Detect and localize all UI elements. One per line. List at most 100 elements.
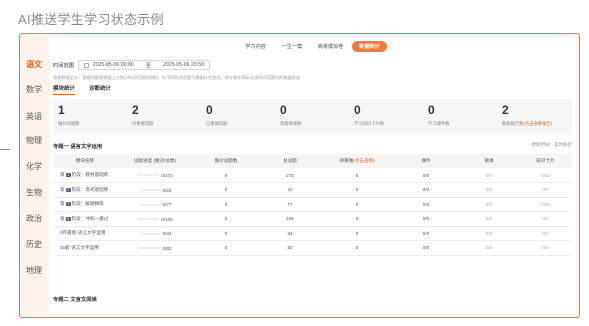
knowledge-cards-cell: 0/0 xyxy=(519,226,572,241)
stat-reports: 2 数据报告数(点击查看报告) xyxy=(502,103,552,127)
tab-learning-content[interactable]: 学习内容 xyxy=(238,41,273,52)
table-row[interactable]: 第 4 阶段：冲刺一遍过 0/105 0 105 0 0/0 0/0 0/0 xyxy=(53,211,572,227)
col-progress: 试题进度 (做对/总数) xyxy=(117,154,193,168)
progress-text: 0/77 xyxy=(162,202,172,207)
table-row[interactable]: 第 2 阶段：高考基础练 0/23 0 23 0 0/0 0/0 0/0 xyxy=(53,182,572,198)
date-range-picker[interactable]: 2025-05-06 00:00 至 2025-05-06 23:59 xyxy=(77,60,210,70)
redo-cell[interactable]: 0 xyxy=(321,226,393,241)
update-time: 更新时间：实时统计 xyxy=(531,142,573,147)
progress-text: 0/105 xyxy=(161,216,173,222)
name-suffix: 阶段：教材基础练 xyxy=(71,172,109,177)
section-title-2: 专题二 文言文阅读 xyxy=(53,297,97,303)
progress-bar xyxy=(138,203,161,206)
module-name[interactable]: 第 4 阶段：冲刺一遍过 xyxy=(53,211,117,227)
stat-knowledge-cards: 0 学习知识卡片数 xyxy=(354,103,384,127)
redo-cell[interactable]: 0 xyxy=(321,197,393,212)
col-redo-link[interactable]: (点击查看) xyxy=(353,158,374,163)
correct-cell: 0 xyxy=(193,182,259,198)
name-suffix: 阶段：解题精练 xyxy=(71,201,104,207)
correct-cell: 0 xyxy=(193,211,259,227)
correct-cell: 0 xyxy=(193,240,259,256)
app-frame: 语文 数学 英语 物理 化学 生物 政治 历史 地理 学习内容 一生一案 高考模… xyxy=(19,33,580,318)
stat-value: 0 xyxy=(206,103,213,117)
col-knowledge-cards: 知识卡片 xyxy=(519,154,572,168)
progress-cell: 0/82 xyxy=(117,240,193,256)
sub-tabs: 模块统计 诊断统计 xyxy=(53,84,111,95)
microclass-cell: 0/0 xyxy=(459,182,519,198)
stat-label: 做对试题数 xyxy=(58,121,80,126)
name-text: 45套·语言文字运用 xyxy=(60,244,99,250)
module-table: 模块名称 试题进度 (做对/总数) 做对试题数 总试题 待重做(点击查看) 课件… xyxy=(53,154,572,256)
end-date: 2025-05-06 23:59 xyxy=(162,62,204,68)
stage-number-badge: 3 xyxy=(65,202,71,207)
redo-cell[interactable]: 0 xyxy=(321,168,393,183)
module-name[interactable]: 3月最新·语言文字运用 xyxy=(53,226,117,241)
stat-label: 数据报告数(点击查看报告) xyxy=(502,121,552,127)
microclass-cell: 0/0 xyxy=(459,211,519,227)
tab-module-stats[interactable]: 模块统计 xyxy=(53,84,76,95)
module-name[interactable]: 第 1 阶段：教材基础练 xyxy=(53,168,117,183)
progress-text: 0/82 xyxy=(162,245,172,251)
stat-correct-questions: 1 做对试题数 xyxy=(58,103,79,127)
progress-cell: 0/105 xyxy=(117,211,193,227)
sidebar-item-math[interactable]: 数学 xyxy=(20,84,48,95)
module-name[interactable]: 第 2 阶段：高考基础练 xyxy=(53,182,117,198)
top-tabs: 学习内容 一生一案 高考模拟卷 数据统计 xyxy=(49,41,576,53)
sidebar-item-geography[interactable]: 地理 xyxy=(20,265,48,276)
time-range-filter: 时间范围 2025-05-06 00:00 至 2025-05-06 23:59 xyxy=(53,60,210,70)
module-name[interactable]: 45套·语言文字运用 xyxy=(53,240,117,256)
knowledge-cards-cell: 0/26 xyxy=(519,197,572,212)
sidebar-item-history[interactable]: 历史 xyxy=(20,239,48,250)
col-correct: 做对试题数 xyxy=(193,154,259,168)
sidebar-item-physics[interactable]: 物理 xyxy=(20,135,48,146)
progress-bar xyxy=(137,218,160,220)
stat-value: 0 xyxy=(428,103,435,117)
sidebar-item-english[interactable]: 英语 xyxy=(20,111,48,122)
name-suffix: 阶段：高考基础练 xyxy=(71,186,109,192)
tab-individual-plan[interactable]: 一生一案 xyxy=(274,41,309,52)
sidebar-item-biology[interactable]: 生物 xyxy=(20,187,48,198)
stat-value: 2 xyxy=(132,103,139,117)
table-row[interactable]: 第 3 阶段：解题精练 0/77 0 77 0 0/0 0/0 0/26 xyxy=(53,197,572,212)
content-panel: 学习内容 一生一案 高考模拟卷 数据统计 时间范围 2025-05-06 00:… xyxy=(49,37,576,314)
redo-cell[interactable]: 0 xyxy=(321,211,393,227)
courseware-cell: 0/0 xyxy=(393,226,459,241)
correct-cell: 0 xyxy=(193,226,259,241)
view-report-link[interactable]: (点击查看报告) xyxy=(523,121,552,126)
col-courseware: 课件 xyxy=(393,154,459,168)
page-title: AI推送学生学习状态示例 xyxy=(18,12,164,27)
stat-value: 1 xyxy=(58,103,65,117)
table-row[interactable]: 45套·语言文字运用 0/82 0 82 0 0/0 0/0 0/0 xyxy=(53,240,572,256)
table-description: 表格数据定义：表格的数据根据上方统计时间范围的控制，在不同时间范围下数据存在差异… xyxy=(53,75,301,80)
table-row[interactable]: 第 1 阶段：教材基础练 0/272 0 272 0 0/0 0/0 0/43 xyxy=(53,168,572,183)
microclass-cell: 0/0 xyxy=(459,240,519,256)
redo-cell[interactable]: 0 xyxy=(321,182,393,198)
courseware-cell: 0/0 xyxy=(393,240,459,256)
progress-bar xyxy=(138,189,161,191)
redo-cell[interactable]: 0 xyxy=(321,240,393,256)
divider-mark xyxy=(0,149,10,150)
sidebar-item-chemistry[interactable]: 化学 xyxy=(20,161,48,172)
stat-label: 学习课件数 xyxy=(428,121,450,126)
knowledge-cards-cell: 0/0 xyxy=(519,211,572,227)
table-row[interactable]: 3月最新·语言文字运用 0/34 0 34 0 0/0 0/0 0/0 xyxy=(53,226,572,241)
stat-label: 已重做错题 xyxy=(206,121,228,126)
correct-cell: 0 xyxy=(193,197,259,212)
progress-bar xyxy=(138,232,161,235)
microclass-cell: 0/0 xyxy=(459,168,519,183)
total-cell: 272 xyxy=(259,168,321,183)
stat-label: 学习知识卡片数 xyxy=(354,121,385,126)
sidebar-item-politics[interactable]: 政治 xyxy=(20,213,48,224)
tab-data-statistics[interactable]: 数据统计 xyxy=(352,41,387,52)
knowledge-cards-cell: 0/0 xyxy=(519,240,572,256)
name-prefix: 第 xyxy=(60,201,65,207)
courseware-cell: 0/0 xyxy=(393,168,459,183)
tab-diagnosis-stats[interactable]: 诊断统计 xyxy=(89,84,111,95)
sidebar-item-chinese[interactable]: 语文 xyxy=(20,59,48,70)
progress-bar xyxy=(138,247,161,249)
module-name[interactable]: 第 3 阶段：解题精练 xyxy=(53,197,117,212)
stage-number-badge: 1 xyxy=(65,172,71,177)
tab-mock-exam[interactable]: 高考模拟卷 xyxy=(311,41,351,52)
name-prefix: 第 xyxy=(60,186,65,192)
stage-number-badge: 4 xyxy=(65,216,71,221)
